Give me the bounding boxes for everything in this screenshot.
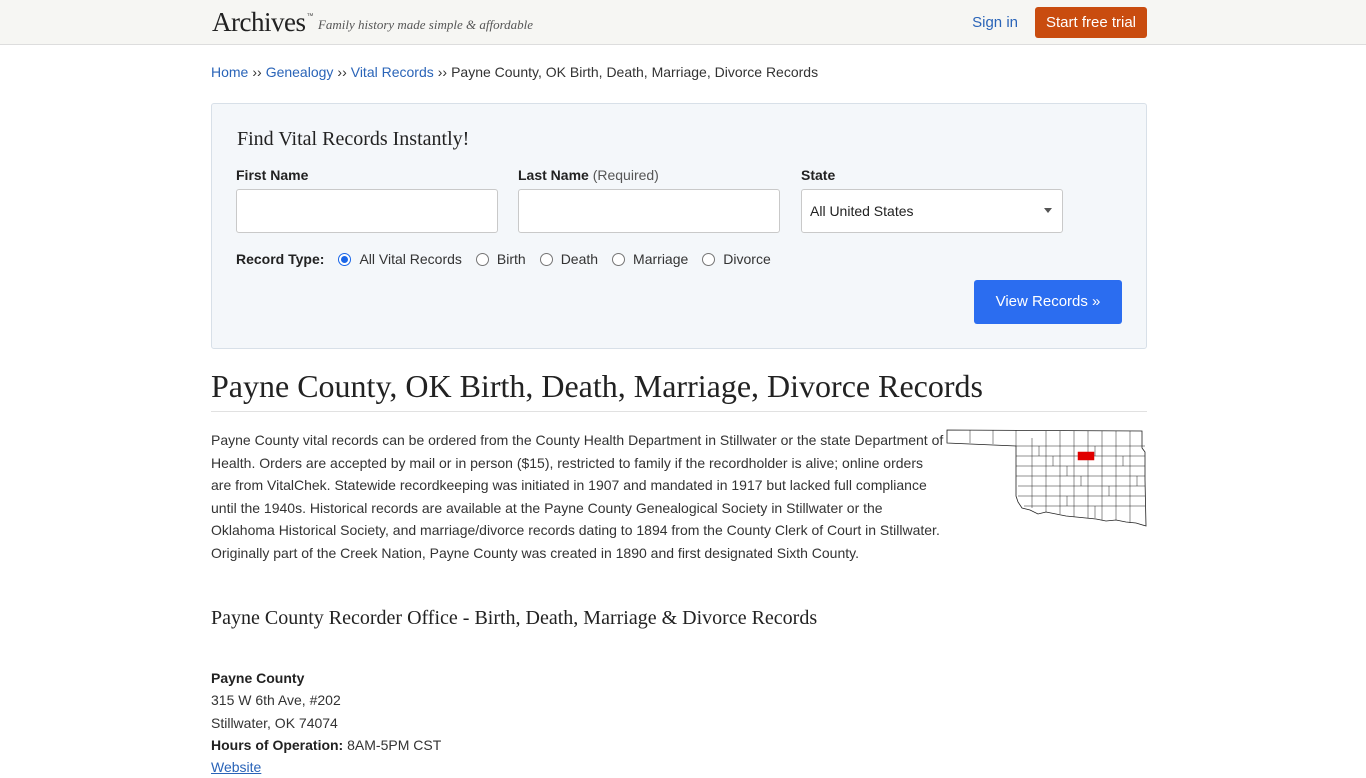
radio-button[interactable] [702,252,716,266]
office-address-line2: Stillwater, OK 74074 [211,714,338,731]
hours-value: 8AM-5PM CST [347,736,442,753]
radio-label: Birth [496,251,526,267]
page-title: Payne County, OK Birth, Death, Marriage,… [211,368,983,404]
radio-marriage[interactable]: Marriage [612,251,688,267]
breadcrumb-vital-records[interactable]: Vital Records [351,64,434,80]
recorder-office-details: Payne County 315 W 6th Ave, #202 Stillwa… [211,667,441,778]
radio-label: All Vital Records [359,251,462,267]
archives-logo[interactable]: Archives™ [212,6,313,37]
first-name-label: First Name [236,167,308,183]
radio-birth[interactable]: Birth [475,251,526,267]
oklahoma-county-map [946,429,1147,527]
breadcrumb-separator: ›› [337,64,347,80]
state-label-text: State [801,167,836,183]
required-hint: (Required) [592,167,659,183]
payne-county-highlight [1077,451,1095,461]
breadcrumb-home[interactable]: Home [211,64,248,80]
breadcrumb-current: Payne County, OK Birth, Death, Marriage,… [451,64,819,80]
radio-death[interactable]: Death [539,251,599,267]
breadcrumb-separator: ›› [252,64,262,80]
office-website-link[interactable]: Website [211,759,261,775]
logo-trademark: ™ [306,12,313,20]
radio-button-checked[interactable] [338,252,352,266]
radio-label: Death [560,251,599,267]
office-name: Payne County [211,670,305,686]
hours-label: Hours of Operation: [211,736,344,753]
sign-in-link[interactable]: Sign in [972,14,1018,31]
last-name-input[interactable] [518,189,780,233]
search-title: Find Vital Records Instantly! [237,128,470,150]
radio-button[interactable] [475,252,489,266]
intro-paragraph: Payne County vital records can be ordere… [211,432,944,561]
last-name-label: Last Name (Required) [518,167,659,183]
chevron-down-icon [1044,208,1052,213]
breadcrumb-separator: ›› [437,64,448,80]
logo-text: Archives [212,6,306,37]
state-select-value: All United States [810,203,914,219]
record-type-group: Record Type: All Vital Records Birth Dea… [236,251,785,267]
radio-all-vital-records[interactable]: All Vital Records [338,251,462,267]
last-name-label-text: Last Name [518,167,589,183]
radio-divorce[interactable]: Divorce [702,251,771,267]
office-hours: Hours of Operation: 8AM-5PM CST [211,734,441,756]
title-divider [211,411,1147,412]
office-website-row: Website [211,756,441,778]
first-name-label-text: First Name [236,167,309,183]
state-label: State [801,167,835,183]
recorder-office-heading: Payne County Recorder Office - Birth, De… [211,607,818,629]
radio-label: Marriage [633,251,689,267]
tagline: Family history made simple & affordable [317,16,534,32]
record-type-label: Record Type: [236,251,325,267]
state-select[interactable]: All United States [801,189,1063,233]
breadcrumb: Home ›› Genealogy ›› Vital Records ›› Payne Co… [211,64,818,80]
office-address-line1: 315 W 6th Ave, #202 [211,692,341,709]
start-free-trial-button[interactable]: Start free trial [1035,6,1147,38]
breadcrumb-genealogy[interactable]: Genealogy [266,64,334,80]
radio-button[interactable] [612,252,626,266]
radio-label: Divorce [723,251,771,267]
radio-button[interactable] [539,252,553,266]
first-name-input[interactable] [236,189,498,233]
vital-records-search-form: Find Vital Records Instantly! First Name… [211,103,1147,349]
view-records-button[interactable]: View Records » [974,280,1122,324]
site-header: Archives™ Family history made simple & a… [0,0,1366,45]
